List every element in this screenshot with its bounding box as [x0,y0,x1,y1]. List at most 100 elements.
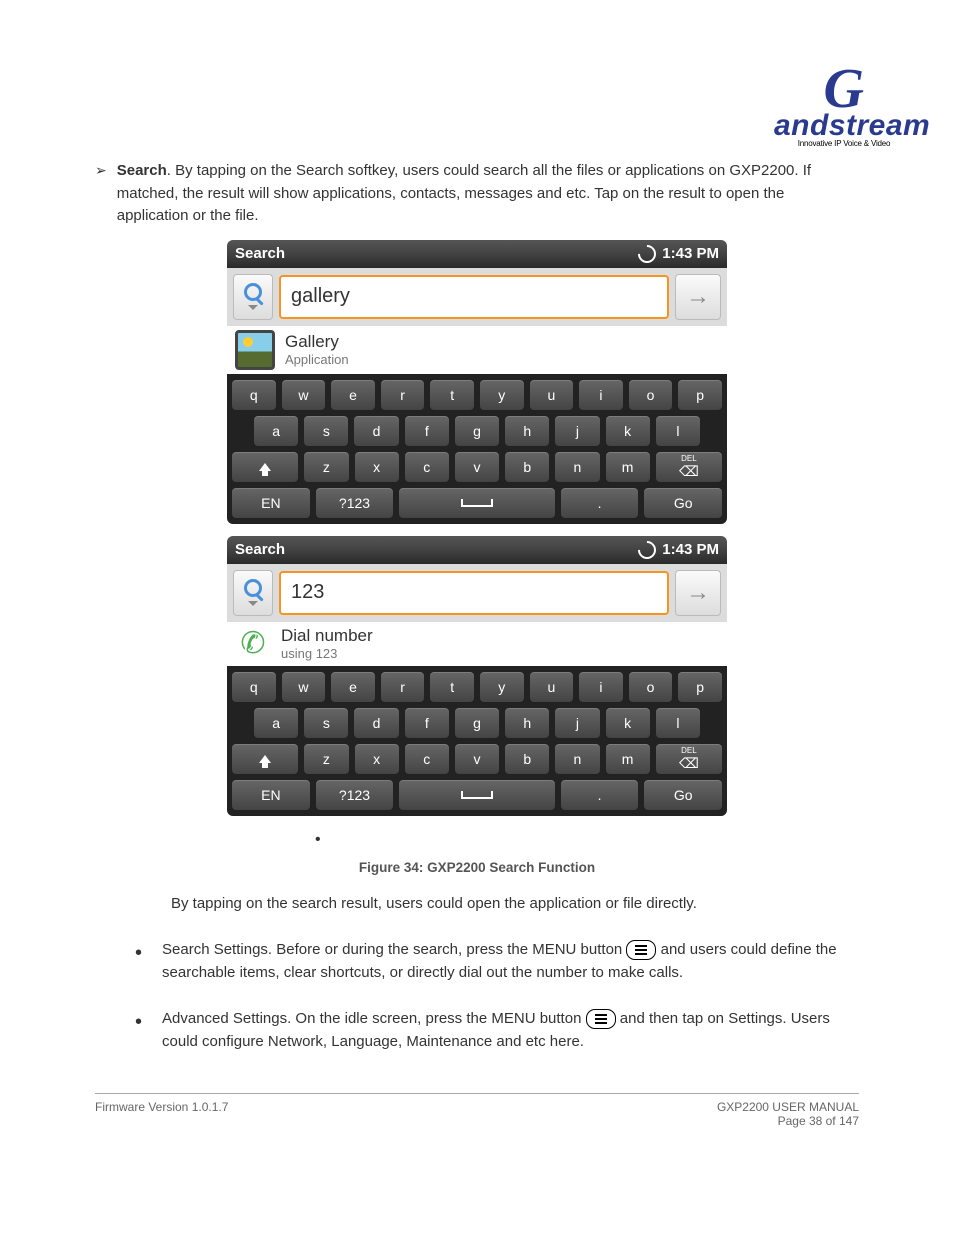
arrow-right-icon: → [686,579,710,607]
key-r[interactable]: r [380,671,426,703]
key-e[interactable]: e [330,671,376,703]
submit-button[interactable]: → [675,570,721,616]
key-w[interactable]: w [281,671,327,703]
key-x[interactable]: x [354,451,400,483]
key-o[interactable]: o [628,379,674,411]
clock: 1:43 PM [662,245,719,262]
onscreen-keyboard: q w e r t y u i o p a s d f g h j k l [227,374,727,524]
key-s[interactable]: s [303,707,349,739]
refresh-icon [635,537,660,562]
chevron-down-icon [248,305,258,310]
key-a[interactable]: a [253,415,299,447]
key-z[interactable]: z [303,451,349,483]
key-space[interactable] [398,487,555,519]
key-shift[interactable] [231,743,299,775]
page-footer: Firmware Version 1.0.1.7 GXP2200 USER MA… [95,1093,859,1128]
key-k[interactable]: k [605,415,651,447]
bullet-dot-icon: • [315,828,323,852]
key-n[interactable]: n [554,743,600,775]
key-h[interactable]: h [504,707,550,739]
key-v[interactable]: v [454,451,500,483]
key-i[interactable]: i [578,379,624,411]
key-language[interactable]: EN [231,779,311,811]
key-p[interactable]: p [677,671,723,703]
key-go[interactable]: Go [643,487,723,519]
key-space[interactable] [398,779,555,811]
key-p[interactable]: p [677,379,723,411]
menu-button-icon [586,1009,616,1029]
backspace-icon: ⌫ [679,463,699,480]
key-go[interactable]: Go [643,779,723,811]
key-l[interactable]: l [655,707,701,739]
refresh-icon [635,241,660,266]
search-scope-button[interactable] [233,274,273,320]
arrow-bullet-icon: ➢ [95,162,107,179]
submit-button[interactable]: → [675,274,721,320]
search-result-row[interactable]: Gallery Application [227,326,727,374]
key-a[interactable]: a [253,707,299,739]
key-r[interactable]: r [380,379,426,411]
key-o[interactable]: o [628,671,674,703]
section-title: Search [117,162,167,179]
key-f[interactable]: f [404,415,450,447]
key-shift[interactable] [231,451,299,483]
key-y[interactable]: y [479,379,525,411]
key-y[interactable]: y [479,671,525,703]
key-d[interactable]: d [353,707,399,739]
clock: 1:43 PM [662,541,719,558]
key-s[interactable]: s [303,415,349,447]
chevron-down-icon [248,601,258,606]
key-q[interactable]: q [231,379,277,411]
status-bar: Search 1:43 PM [227,240,727,268]
window-title: Search [235,541,285,558]
key-z[interactable]: z [303,743,349,775]
key-language[interactable]: EN [231,487,311,519]
key-u[interactable]: u [529,379,575,411]
key-m[interactable]: m [605,743,651,775]
backspace-icon: ⌫ [679,755,699,772]
key-e[interactable]: e [330,379,376,411]
space-icon [461,791,493,799]
key-c[interactable]: c [404,743,450,775]
key-b[interactable]: b [504,743,550,775]
search-toolbar: → [227,268,727,326]
key-l[interactable]: l [655,415,701,447]
key-n[interactable]: n [554,451,600,483]
figure-caption: Figure 34: GXP2200 Search Function [95,860,859,875]
del-label: DEL [681,454,697,463]
key-symbols[interactable]: ?123 [315,779,395,811]
key-j[interactable]: j [554,707,600,739]
key-x[interactable]: x [354,743,400,775]
footer-doc-title: GXP2200 USER MANUAL [717,1100,859,1114]
key-d[interactable]: d [353,415,399,447]
key-i[interactable]: i [578,671,624,703]
key-v[interactable]: v [454,743,500,775]
space-icon [461,499,493,507]
key-u[interactable]: u [529,671,575,703]
key-t[interactable]: t [429,671,475,703]
key-period[interactable]: . [560,487,640,519]
key-h[interactable]: h [504,415,550,447]
key-t[interactable]: t [429,379,475,411]
key-q[interactable]: q [231,671,277,703]
key-symbols[interactable]: ?123 [315,487,395,519]
key-f[interactable]: f [404,707,450,739]
search-result-row[interactable]: ✆ Dial number using 123 [227,622,727,666]
key-w[interactable]: w [281,379,327,411]
key-j[interactable]: j [554,415,600,447]
key-c[interactable]: c [404,451,450,483]
key-delete[interactable]: DEL ⌫ [655,451,723,483]
key-m[interactable]: m [605,451,651,483]
gallery-icon [235,330,275,370]
search-scope-button[interactable] [233,570,273,616]
key-k[interactable]: k [605,707,651,739]
key-g[interactable]: g [454,707,500,739]
brand-logo: Gandstream Innovative IP Voice & Video [774,55,914,148]
key-g[interactable]: g [454,415,500,447]
key-delete[interactable]: DEL ⌫ [655,743,723,775]
search-input[interactable] [279,275,669,319]
key-period[interactable]: . [560,779,640,811]
trailing-text: By tapping on the search result, users c… [171,893,859,916]
key-b[interactable]: b [504,451,550,483]
search-input[interactable] [279,571,669,615]
